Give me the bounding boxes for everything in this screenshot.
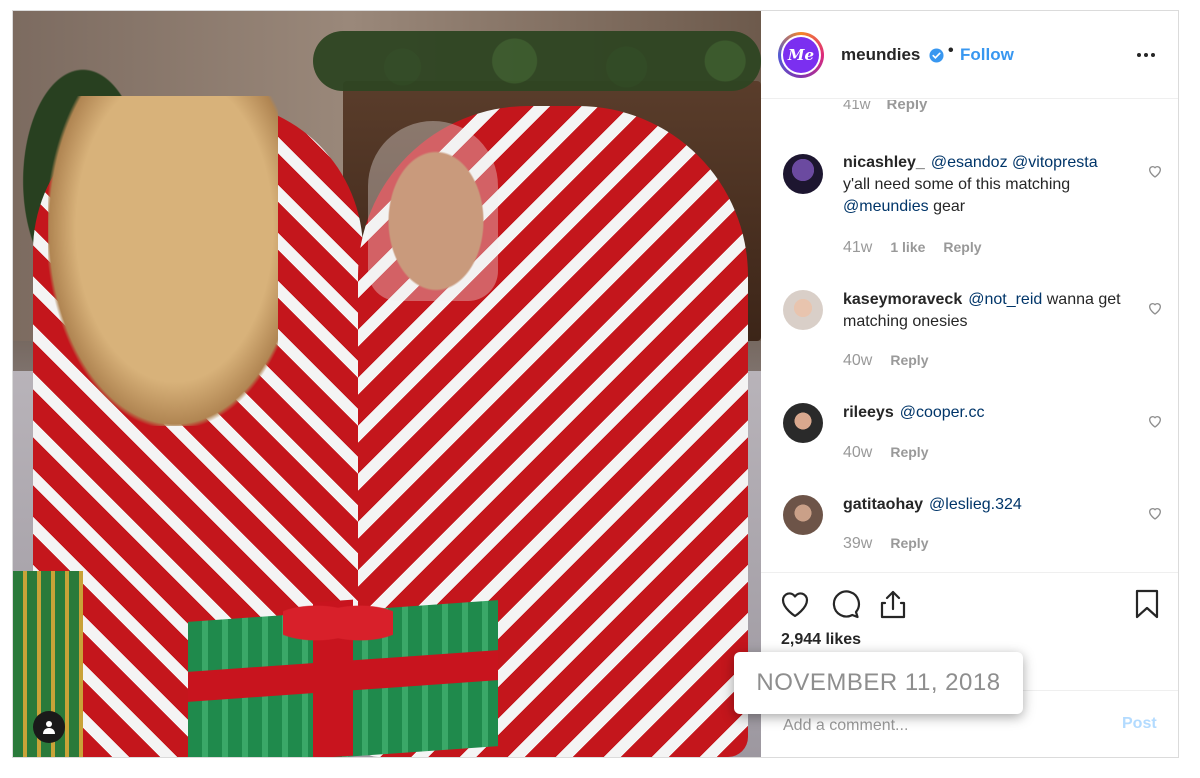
- post-photo[interactable]: [13, 11, 761, 757]
- more-options-icon[interactable]: [1137, 45, 1159, 65]
- reply-button[interactable]: Reply: [943, 239, 981, 255]
- photo-man-face: [381, 141, 491, 301]
- photo-bow: [283, 593, 393, 653]
- comment-time: 39w: [843, 535, 873, 552]
- comment-mention[interactable]: @cooper.cc: [900, 404, 985, 421]
- verified-badge-icon: [929, 48, 944, 63]
- comment-mention[interactable]: @leslieg.324: [929, 496, 1022, 513]
- comment-mention[interactable]: @esandoz: [931, 154, 1008, 171]
- comment-meta: 40w Reply: [843, 444, 928, 462]
- comment-like-heart-icon[interactable]: [1147, 163, 1163, 179]
- comment-time: 40w: [843, 352, 873, 369]
- comment-meta: 41w 1 like Reply: [843, 239, 982, 257]
- comment-username[interactable]: kaseymoraveck: [843, 291, 962, 308]
- post-comment-button[interactable]: Post: [1122, 715, 1157, 733]
- photo-garland: [313, 31, 761, 91]
- post-header: Me meundies • Follow: [761, 11, 1178, 99]
- more-dot: [1137, 53, 1141, 57]
- commenter-avatar[interactable]: [783, 495, 823, 535]
- comment-bubble-icon[interactable]: [829, 588, 861, 620]
- user-tag-icon[interactable]: [33, 711, 65, 743]
- comment-mention[interactable]: @vitopresta: [1012, 154, 1098, 171]
- comment-mention[interactable]: @meundies: [843, 198, 929, 215]
- comment-text: nicashley_ @esandoz @vitopresta y'all nee…: [843, 152, 1133, 218]
- comments-list[interactable]: 41w Reply nicashley_ @esandoz @vitopresta …: [761, 100, 1178, 572]
- likes-count[interactable]: 2,944 likes: [781, 631, 861, 649]
- comment-likes[interactable]: 1 like: [890, 239, 925, 255]
- commenter-avatar[interactable]: [783, 290, 823, 330]
- comment-meta: 40w Reply: [843, 352, 928, 370]
- user-tag-glyph: [43, 721, 55, 734]
- reply-button[interactable]: Reply: [887, 100, 928, 113]
- comment-time: 40w: [843, 444, 873, 461]
- follow-button[interactable]: Follow: [960, 45, 1014, 65]
- post-side-panel: Me meundies • Follow 41w Reply nicashley…: [761, 11, 1178, 757]
- share-icon[interactable]: [877, 588, 909, 620]
- comment-text: gatitaohay @leslieg.324: [843, 494, 1133, 516]
- comment-text: kaseymoraveck @not_reid wanna get matchin…: [843, 289, 1133, 333]
- comment-username[interactable]: rileeys: [843, 404, 894, 421]
- username-link[interactable]: meundies: [841, 45, 920, 65]
- bookmark-icon[interactable]: [1131, 588, 1163, 620]
- instagram-post: Me meundies • Follow 41w Reply nicashley…: [12, 10, 1179, 758]
- comment-time: 41w: [843, 100, 871, 113]
- commenter-avatar[interactable]: [783, 154, 823, 194]
- more-dot: [1151, 53, 1155, 57]
- comment-like-heart-icon[interactable]: [1147, 300, 1163, 316]
- comment-like-heart-icon[interactable]: [1147, 505, 1163, 521]
- reply-button[interactable]: Reply: [890, 535, 928, 551]
- photo-woman-hair: [48, 96, 278, 426]
- comment-time: 41w: [843, 239, 873, 256]
- comment-meta: 39w Reply: [843, 535, 928, 553]
- comment-username[interactable]: gatitaohay: [843, 496, 923, 513]
- heart-icon[interactable]: [779, 588, 811, 620]
- comment-body: gear: [933, 198, 966, 215]
- partial-comment-meta: 41w Reply: [843, 100, 927, 113]
- comment-text: rileeys @cooper.cc: [843, 402, 1133, 424]
- reply-button[interactable]: Reply: [890, 352, 928, 368]
- separator-dot: •: [948, 42, 954, 59]
- comment-input[interactable]: [781, 713, 1085, 739]
- comment-body: y'all need some of this matching: [843, 176, 1071, 193]
- comment-username[interactable]: nicashley_: [843, 154, 925, 171]
- comment-like-heart-icon[interactable]: [1147, 413, 1163, 429]
- more-dot: [1144, 53, 1148, 57]
- avatar-logo: Me: [783, 37, 819, 73]
- commenter-avatar[interactable]: [783, 403, 823, 443]
- post-actions: 2,944 likes: [761, 572, 1178, 663]
- comment-mention[interactable]: @not_reid: [968, 291, 1042, 308]
- reply-button[interactable]: Reply: [890, 444, 928, 460]
- post-date-tooltip: NOVEMBER 11, 2018: [734, 652, 1023, 714]
- avatar[interactable]: Me: [778, 32, 824, 78]
